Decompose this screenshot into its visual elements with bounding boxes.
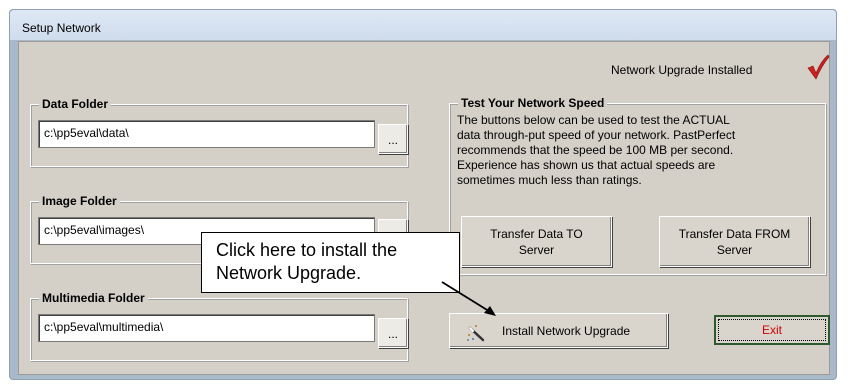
transfer-to-server-label: Transfer Data TO Server	[490, 226, 582, 258]
description-line: data through-put speed of your network. …	[457, 128, 736, 142]
speed-test-label: Test Your Network Speed	[458, 96, 608, 110]
title-bar: Setup Network	[10, 10, 836, 41]
transfer-to-server-line1: Transfer Data TO	[490, 226, 583, 241]
data-folder-input[interactable]: c:\pp5eval\data\	[38, 120, 375, 148]
callout-arrow-icon	[441, 281, 496, 316]
image-folder-label: Image Folder	[39, 194, 120, 208]
transfer-from-server-line2: Server	[716, 242, 753, 257]
transfer-from-server-label: Transfer Data FROM Server	[679, 226, 791, 258]
multimedia-folder-input[interactable]: c:\pp5eval\multimedia\	[38, 314, 375, 342]
exit-button[interactable]: Exit	[714, 315, 830, 345]
data-folder-label: Data Folder	[39, 97, 112, 111]
description-line: Experience has shown us that actual spee…	[457, 158, 716, 172]
transfer-to-server-button[interactable]: Transfer Data TO Server	[461, 216, 612, 267]
window-title: Setup Network	[22, 21, 101, 35]
network-upgrade-installed-text: Network Upgrade Installed	[611, 63, 753, 77]
install-callout: Click here to install the Network Upgrad…	[201, 232, 460, 293]
description-line: sometimes much less than ratings.	[457, 173, 642, 187]
description-line: The buttons below can be used to test th…	[457, 113, 730, 127]
transfer-from-server-button[interactable]: Transfer Data FROM Server	[659, 216, 810, 267]
checkmark-icon	[807, 54, 830, 80]
data-folder-browse-button[interactable]: ...	[378, 124, 408, 154]
install-network-upgrade-label: Install Network Upgrade	[502, 324, 631, 338]
transfer-to-server-line2: Server	[518, 242, 555, 257]
speed-test-description: The buttons below can be used to test th…	[457, 113, 817, 188]
multimedia-folder-browse-button[interactable]: ...	[378, 318, 408, 348]
description-line: recommends that the speed be 100 MB per …	[457, 143, 734, 157]
multimedia-folder-label: Multimedia Folder	[39, 291, 148, 305]
magic-wand-icon	[467, 325, 485, 342]
exit-label: Exit	[718, 319, 826, 341]
callout-line1: Click here to install the	[216, 240, 398, 260]
callout-line2: Network Upgrade.	[216, 263, 362, 283]
transfer-from-server-line1: Transfer Data FROM	[678, 226, 791, 241]
